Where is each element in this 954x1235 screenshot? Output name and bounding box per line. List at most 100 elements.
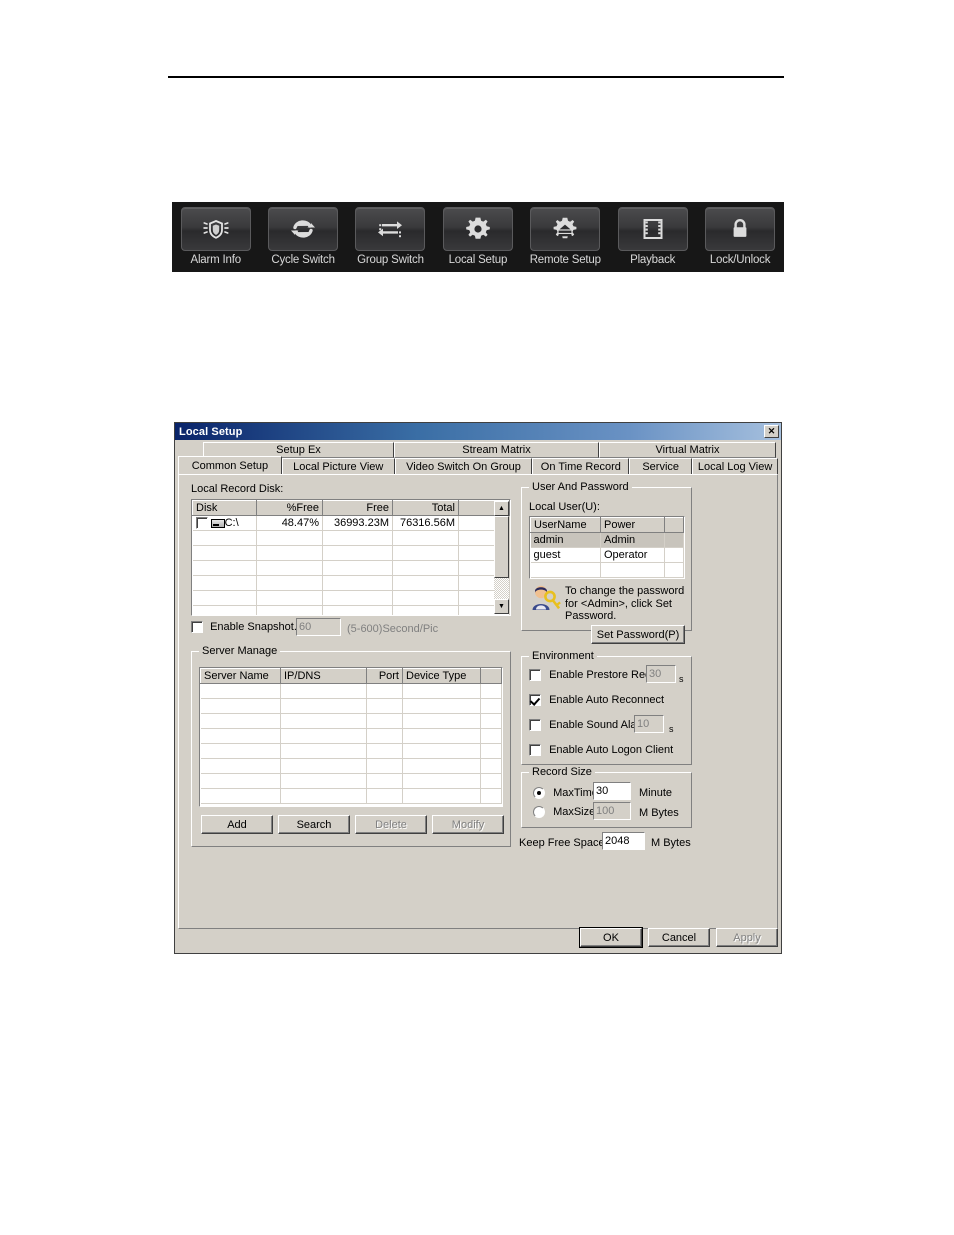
cycle-switch-button[interactable] bbox=[268, 207, 339, 251]
search-button[interactable]: Search bbox=[278, 815, 350, 834]
scroll-track[interactable] bbox=[494, 516, 509, 599]
enable-sound-alarm-checkbox[interactable] bbox=[529, 719, 541, 732]
col-username[interactable]: UserName bbox=[530, 517, 601, 533]
record-size-title: Record Size bbox=[529, 766, 595, 778]
keep-free-space-input[interactable]: 2048 bbox=[602, 832, 645, 850]
tab-stream-matrix[interactable]: Stream Matrix bbox=[394, 442, 599, 458]
enable-snapshot-row[interactable]: Enable Snapshot. bbox=[191, 621, 297, 634]
local-user-table[interactable]: UserName Power admin Admin guest Operato… bbox=[529, 516, 685, 579]
snapshot-interval-input[interactable]: 60 bbox=[296, 618, 341, 636]
toolbar-item-local-setup[interactable]: Local Setup bbox=[434, 202, 521, 272]
col-server-name[interactable]: Server Name bbox=[200, 668, 281, 684]
toolbar-item-cycle-switch[interactable]: Cycle Switch bbox=[259, 202, 346, 272]
table-row bbox=[200, 713, 502, 729]
max-time-input[interactable]: 30 bbox=[593, 782, 631, 800]
sound-alarm-unit-label: s bbox=[669, 724, 674, 734]
lock-unlock-button[interactable] bbox=[705, 207, 776, 251]
power-cell: Operator bbox=[600, 547, 665, 563]
table-row[interactable]: admin Admin bbox=[530, 532, 684, 548]
tab-common-setup[interactable]: Common Setup bbox=[178, 456, 282, 474]
max-size-input[interactable]: 100 bbox=[593, 802, 631, 820]
cancel-button[interactable]: Cancel bbox=[648, 928, 710, 947]
enable-auto-reconnect-checkbox[interactable] bbox=[529, 694, 541, 707]
max-size-radio-row[interactable]: MaxSize bbox=[533, 806, 596, 819]
sound-alarm-seconds-input[interactable]: 10 bbox=[634, 715, 664, 733]
enable-auto-logon-client-checkbox[interactable] bbox=[529, 744, 541, 757]
max-time-radio-row[interactable]: MaxTime bbox=[533, 787, 598, 800]
disk-checkbox[interactable] bbox=[195, 517, 208, 530]
toolbar-item-lock-unlock[interactable]: Lock/Unlock bbox=[696, 202, 783, 272]
gear-server-icon bbox=[551, 216, 579, 242]
modify-button[interactable]: Modify bbox=[432, 815, 504, 834]
group-switch-button[interactable] bbox=[355, 207, 426, 251]
tab-label: Local Picture View bbox=[293, 460, 384, 473]
close-icon[interactable]: ✕ bbox=[764, 425, 779, 438]
col-device-type[interactable]: Device Type bbox=[402, 668, 481, 684]
toolbar-label: Cycle Switch bbox=[271, 254, 335, 266]
cycle-arrows-icon bbox=[289, 217, 317, 241]
table-row bbox=[192, 590, 510, 606]
enable-snapshot-checkbox[interactable] bbox=[191, 621, 203, 634]
col-total[interactable]: Total bbox=[392, 500, 459, 516]
scroll-down-icon[interactable]: ▼ bbox=[494, 599, 509, 614]
ok-button[interactable]: OK bbox=[579, 927, 643, 948]
max-time-radio[interactable] bbox=[533, 787, 545, 800]
dialog-titlebar[interactable]: Local Setup ✕ bbox=[175, 423, 781, 440]
enable-auto-reconnect-row[interactable]: Enable Auto Reconnect bbox=[529, 694, 664, 707]
alarm-info-button[interactable] bbox=[180, 207, 251, 251]
tab-label: Stream Matrix bbox=[462, 444, 531, 456]
add-button[interactable]: Add bbox=[201, 815, 273, 834]
delete-button[interactable]: Delete bbox=[355, 815, 427, 834]
tab-local-picture-view[interactable]: Local Picture View bbox=[281, 458, 395, 474]
tab-service[interactable]: Service bbox=[629, 458, 693, 474]
col-spare[interactable] bbox=[664, 517, 684, 533]
table-row: C:\ 48.47% 36993.23M 76316.56M bbox=[192, 515, 510, 531]
set-password-button[interactable]: Set Password(P) bbox=[591, 625, 685, 644]
enable-auto-logon-client-label: Enable Auto Logon Client bbox=[549, 744, 674, 756]
disk-cell[interactable]: C:\ bbox=[192, 515, 257, 531]
tab-row-bottom: Common Setup Local Picture View Video Sw… bbox=[178, 456, 778, 474]
toolbar-item-remote-setup[interactable]: Remote Setup bbox=[522, 202, 609, 272]
tab-label: On Time Record bbox=[540, 460, 621, 473]
toolbar-label: Alarm Info bbox=[190, 254, 241, 266]
tab-on-time-record[interactable]: On Time Record bbox=[532, 458, 630, 474]
col-port[interactable]: Port bbox=[366, 668, 403, 684]
max-size-radio[interactable] bbox=[533, 806, 545, 819]
enable-sound-alarm-row[interactable]: Enable Sound Alarm bbox=[529, 719, 649, 732]
table-row[interactable]: guest Operator bbox=[530, 547, 684, 563]
tab-virtual-matrix[interactable]: Virtual Matrix bbox=[599, 442, 776, 458]
table-row bbox=[192, 605, 510, 615]
scroll-thumb[interactable] bbox=[494, 516, 509, 578]
apply-button[interactable]: Apply bbox=[716, 928, 778, 947]
toolbar-item-playback[interactable]: Playback bbox=[609, 202, 696, 272]
dialog-title: Local Setup bbox=[179, 425, 243, 438]
username-cell: admin bbox=[530, 532, 601, 548]
drive-icon bbox=[210, 518, 225, 528]
col-disk[interactable]: Disk bbox=[192, 500, 257, 516]
enable-prestore-record-checkbox[interactable] bbox=[529, 669, 541, 682]
prestore-record-seconds-input[interactable]: 30 bbox=[646, 665, 676, 683]
col-power[interactable]: Power bbox=[600, 517, 665, 533]
enable-auto-logon-client-row[interactable]: Enable Auto Logon Client bbox=[529, 744, 674, 757]
tab-video-switch-on-group[interactable]: Video Switch On Group bbox=[394, 458, 533, 474]
playback-button[interactable] bbox=[617, 207, 688, 251]
tab-local-log-view[interactable]: Local Log View bbox=[692, 458, 778, 474]
col-spare[interactable] bbox=[480, 668, 502, 684]
col-ip-dns[interactable]: IP/DNS bbox=[280, 668, 367, 684]
server-manage-table[interactable]: Server Name IP/DNS Port Device Type bbox=[199, 667, 503, 807]
col-pct-free[interactable]: %Free bbox=[256, 500, 323, 516]
table-row bbox=[192, 575, 510, 591]
table-row bbox=[200, 698, 502, 714]
disk-table-scrollbar[interactable]: ▲ ▼ bbox=[494, 501, 509, 614]
max-size-label: MaxSize bbox=[553, 806, 596, 818]
remote-setup-button[interactable] bbox=[530, 207, 601, 251]
tab-label: Virtual Matrix bbox=[655, 444, 720, 456]
local-setup-button[interactable] bbox=[442, 207, 513, 251]
toolbar-item-alarm-info[interactable]: Alarm Info bbox=[172, 202, 259, 272]
toolbar-item-group-switch[interactable]: Group Switch bbox=[347, 202, 434, 272]
table-row bbox=[530, 562, 684, 578]
max-time-unit-label: Minute bbox=[639, 787, 673, 799]
local-record-disk-table[interactable]: Disk %Free Free Total C:\ 48.47% 36993.2… bbox=[191, 499, 511, 616]
scroll-up-icon[interactable]: ▲ bbox=[494, 501, 509, 516]
col-free[interactable]: Free bbox=[322, 500, 393, 516]
